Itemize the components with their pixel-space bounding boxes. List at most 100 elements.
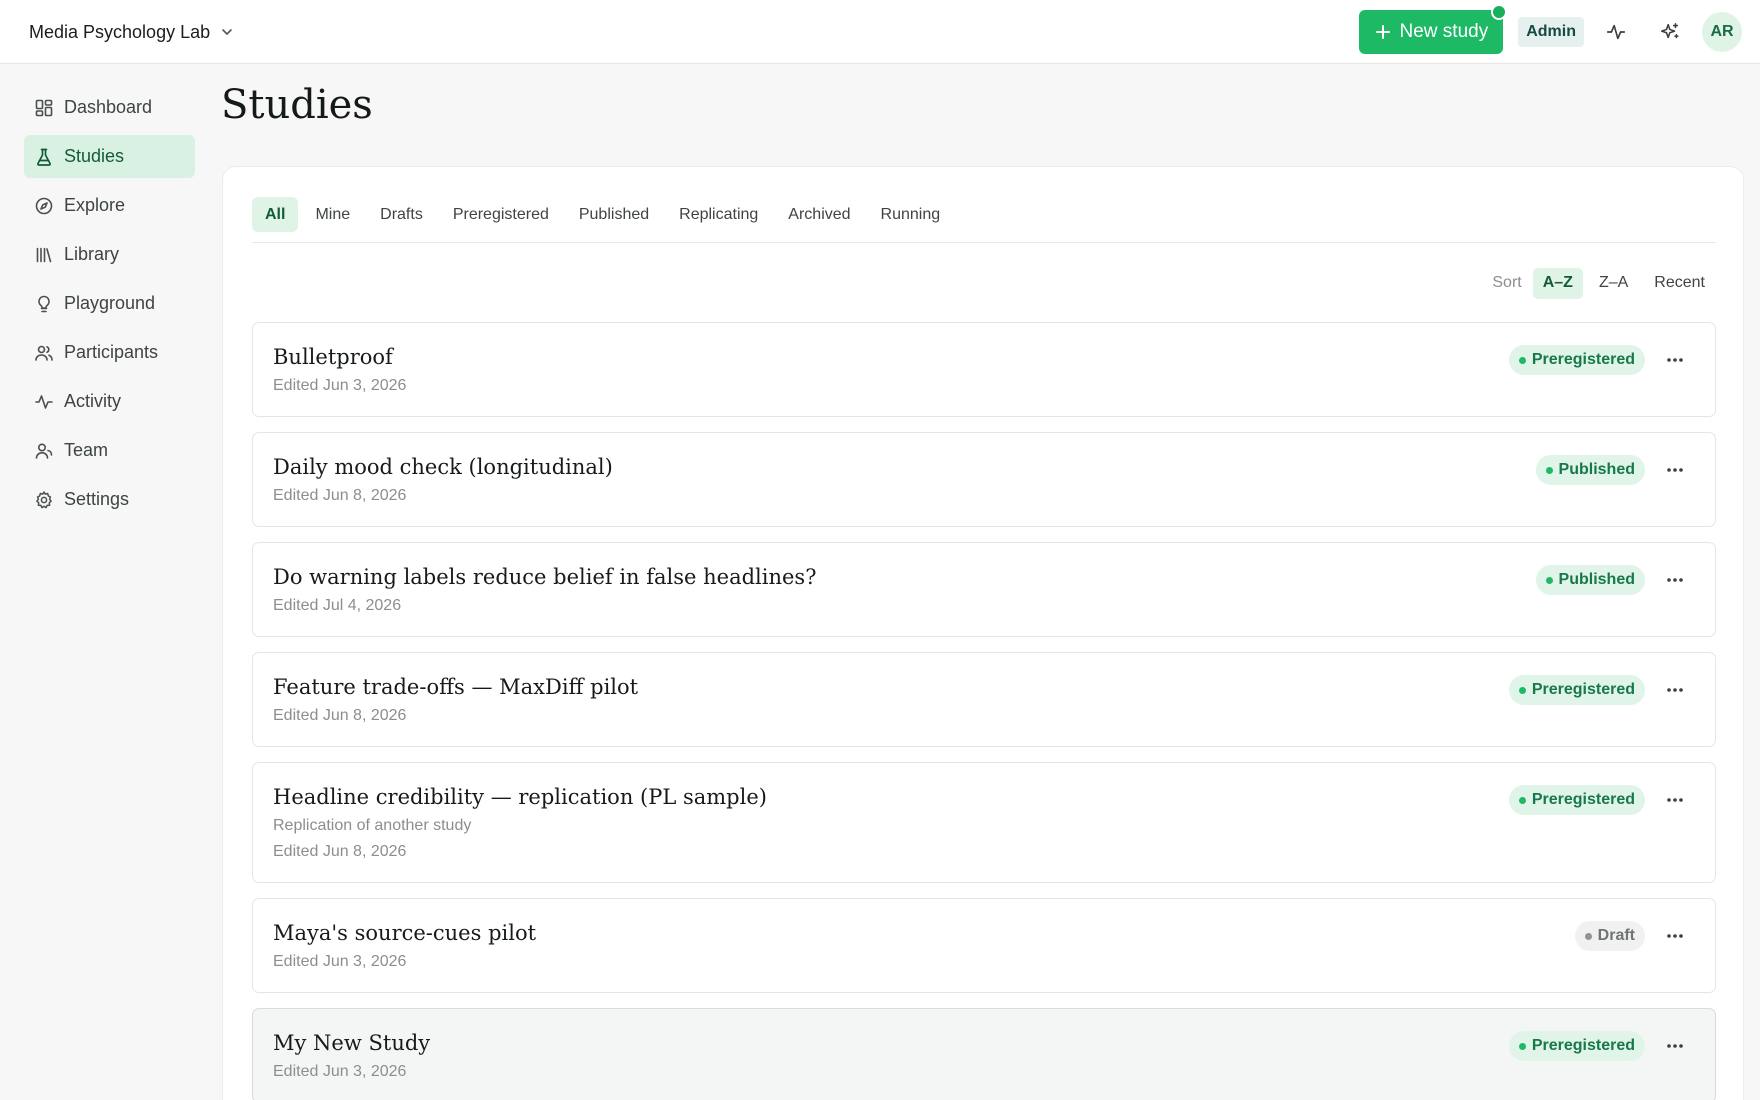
status-badge: Preregistered xyxy=(1508,675,1645,705)
lightbulb-icon xyxy=(38,295,50,312)
card-actions: Published xyxy=(1535,565,1689,595)
status-dot xyxy=(1518,686,1526,694)
sidebar-item-settings[interactable]: Settings xyxy=(24,478,195,521)
study-edited-date: Edited Jul 4, 2026 xyxy=(273,597,402,614)
status-label: Preregistered xyxy=(1531,351,1635,368)
study-title: Feature trade-offs — MaxDiff pilot xyxy=(273,675,639,699)
status-dot xyxy=(1518,1042,1526,1050)
tab-replicating[interactable]: Replicating xyxy=(666,197,771,232)
sidebar-item-label: Team xyxy=(64,440,109,460)
more-horizontal-icon xyxy=(1667,1044,1683,1048)
sort-recent-button[interactable]: Recent xyxy=(1644,268,1715,299)
activity-button[interactable] xyxy=(1594,10,1638,54)
tab-published[interactable]: Published xyxy=(566,197,662,232)
card-actions: Preregistered xyxy=(1508,675,1689,705)
sort-za-button[interactable]: Z–A xyxy=(1589,268,1638,299)
more-options-button[interactable] xyxy=(1661,676,1689,704)
activity-icon xyxy=(35,394,53,409)
study-edited-date: Edited Jun 3, 2026 xyxy=(273,377,407,394)
study-title: Do warning labels reduce belief in false… xyxy=(273,565,817,589)
status-label: Preregistered xyxy=(1531,1037,1635,1054)
sidebar-item-playground[interactable]: Playground xyxy=(24,282,195,325)
study-edited-date: Edited Jun 8, 2026 xyxy=(273,843,407,860)
sidebar-item-library[interactable]: Library xyxy=(24,233,195,276)
status-label: Published xyxy=(1558,461,1635,478)
more-options-button[interactable] xyxy=(1661,1032,1689,1060)
more-options-button[interactable] xyxy=(1661,786,1689,814)
sidebar-item-label: Playground xyxy=(64,293,156,313)
sidebar-item-studies[interactable]: Studies xyxy=(24,135,195,178)
sidebar-item-explore[interactable]: Explore xyxy=(24,184,195,227)
new-study-label: New study xyxy=(1399,21,1489,42)
role-badge: Admin xyxy=(1518,17,1584,47)
ai-assistant-button[interactable] xyxy=(1648,10,1692,54)
study-edited-date: Edited Jun 3, 2026 xyxy=(273,953,407,970)
gear-icon xyxy=(36,490,52,508)
filter-tabs: All Mine Drafts Preregistered Published … xyxy=(252,197,1716,243)
sort-az-button[interactable]: A–Z xyxy=(1532,267,1583,299)
sidebar-item-participants[interactable]: Participants xyxy=(24,331,195,374)
sidebar-item-activity[interactable]: Activity xyxy=(24,380,195,423)
sparkles-icon xyxy=(1660,22,1679,39)
more-options-button[interactable] xyxy=(1661,346,1689,374)
header-actions: New study Admin AR xyxy=(1358,4,1742,54)
more-options-button[interactable] xyxy=(1661,922,1689,950)
sidebar-item-label: Dashboard xyxy=(64,97,153,117)
study-subtitle: Replication of another study xyxy=(273,817,472,834)
status-badge: Preregistered xyxy=(1508,1031,1645,1061)
sidebar-item-label: Library xyxy=(64,244,120,264)
tab-preregistered[interactable]: Preregistered xyxy=(440,197,562,232)
workspace-switcher[interactable]: Media Psychology Lab xyxy=(29,18,234,46)
more-options-button[interactable] xyxy=(1661,456,1689,484)
study-edited-date: Edited Jun 8, 2026 xyxy=(273,707,407,724)
study-card[interactable]: Do warning labels reduce belief in false… xyxy=(252,542,1716,637)
study-edited-date: Edited Jun 3, 2026 xyxy=(273,1063,407,1080)
more-options-button[interactable] xyxy=(1661,566,1689,594)
card-actions: Preregistered xyxy=(1508,345,1689,375)
study-edited-date: Edited Jun 8, 2026 xyxy=(273,487,407,504)
sidebar-item-dashboard[interactable]: Dashboard xyxy=(24,86,195,129)
study-title: My New Study xyxy=(273,1031,431,1055)
card-actions: Preregistered xyxy=(1508,1031,1689,1061)
status-badge: Published xyxy=(1535,455,1645,485)
study-title: Headline credibility — replication (PL s… xyxy=(273,785,767,809)
card-actions: Published xyxy=(1535,455,1689,485)
avatar[interactable]: AR xyxy=(1702,12,1742,52)
card-actions: Preregistered xyxy=(1508,785,1689,815)
tab-archived[interactable]: Archived xyxy=(775,197,863,232)
status-dot xyxy=(1545,576,1553,584)
more-horizontal-icon xyxy=(1667,688,1683,692)
status-dot xyxy=(1545,466,1553,474)
card-actions: Draft xyxy=(1574,921,1689,951)
study-card[interactable]: Headline credibility — replication (PL s… xyxy=(252,762,1716,883)
tab-drafts[interactable]: Drafts xyxy=(367,197,436,232)
tab-running[interactable]: Running xyxy=(868,197,954,232)
status-label: Published xyxy=(1558,571,1635,588)
more-horizontal-icon xyxy=(1667,358,1683,362)
study-card[interactable]: Bulletproof Edited Jun 3, 2026 Preregist… xyxy=(252,322,1716,417)
study-card[interactable]: Feature trade-offs — MaxDiff pilot Edite… xyxy=(252,652,1716,747)
status-label: Draft xyxy=(1597,927,1635,944)
sort-label: Sort xyxy=(1492,274,1522,291)
sidebar-item-label: Explore xyxy=(64,195,126,215)
study-card[interactable]: Daily mood check (longitudinal) Edited J… xyxy=(252,432,1716,527)
study-card[interactable]: Maya's source-cues pilot Edited Jun 3, 2… xyxy=(252,898,1716,993)
study-card[interactable]: My New Study Edited Jun 3, 2026 Preregis… xyxy=(252,1008,1716,1100)
study-title: Bulletproof xyxy=(273,345,393,369)
activity-icon xyxy=(1606,24,1626,40)
status-badge: Published xyxy=(1535,565,1645,595)
studies-panel: All Mine Drafts Preregistered Published … xyxy=(222,166,1744,1100)
top-bar: Media Psychology Lab New study Admin AR xyxy=(0,0,1760,64)
status-badge: Preregistered xyxy=(1508,345,1645,375)
status-badge: Preregistered xyxy=(1508,785,1645,815)
status-dot xyxy=(1584,932,1592,940)
status-badge: Draft xyxy=(1574,921,1645,951)
new-study-button[interactable]: New study xyxy=(1358,4,1508,54)
sidebar-item-team[interactable]: Team xyxy=(24,429,195,472)
more-horizontal-icon xyxy=(1667,798,1683,802)
tab-mine[interactable]: Mine xyxy=(302,197,363,232)
tab-all[interactable]: All xyxy=(252,197,299,232)
compass-icon xyxy=(35,197,53,214)
sidebar-item-label: Participants xyxy=(64,342,159,362)
users-icon xyxy=(35,345,53,361)
